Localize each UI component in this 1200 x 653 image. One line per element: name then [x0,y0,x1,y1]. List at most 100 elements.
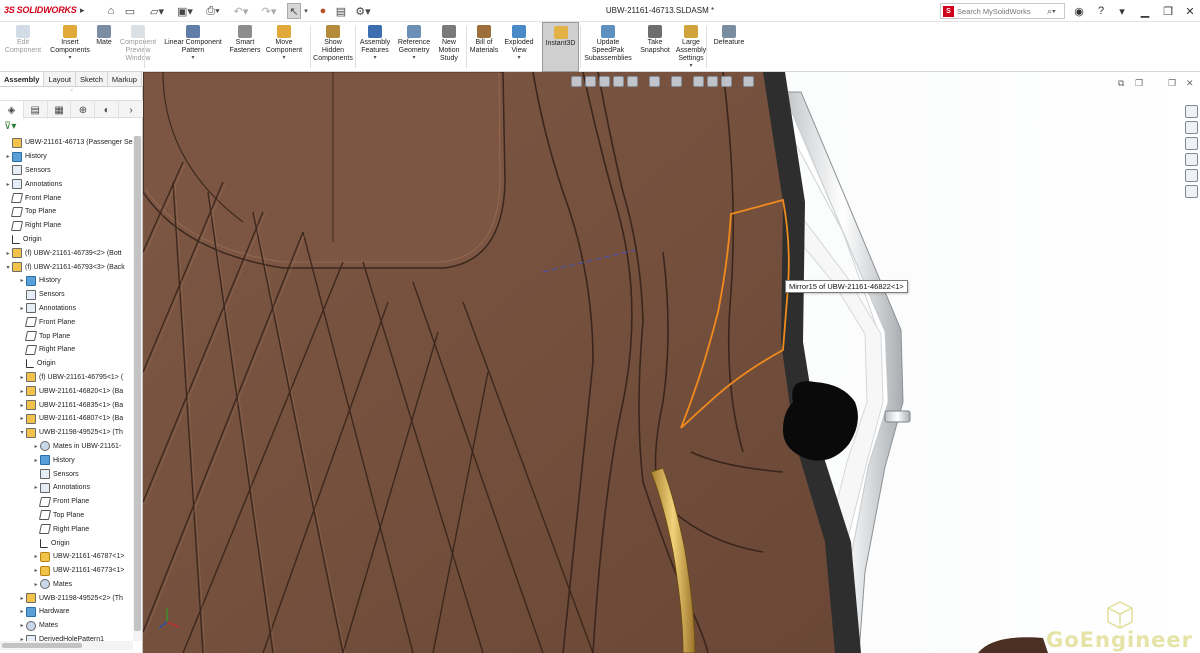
viewport-close-icon[interactable]: ✕ [1186,78,1194,89]
expand-arrow-icon[interactable]: ▸ [18,608,26,615]
tree-item[interactable]: Front Plane [0,315,133,329]
tree-item[interactable]: ▾ (f) UBW-21161-46793<3> (Back [0,260,133,274]
more-tabs-chevron-icon[interactable]: › [119,101,143,119]
tree-horizontal-scrollbar[interactable] [0,641,133,650]
help-dropdown-icon[interactable]: ▾ [1114,3,1130,19]
headrest-panel[interactable] [143,72,506,269]
expand-arrow-icon[interactable]: ▸ [18,305,26,312]
tree-item[interactable]: ▸ Mates [0,578,133,592]
property-manager-icon[interactable]: ▤ [24,101,48,119]
dropdown-arrow-icon[interactable]: ▾ [191,55,194,61]
expand-arrow-icon[interactable]: ▸ [32,457,40,464]
save-icon[interactable]: ▣▾ [176,3,194,19]
file-explorer-icon[interactable] [1185,137,1198,150]
tree-item[interactable]: Front Plane [0,191,133,205]
tree-item[interactable]: ▸ History [0,150,133,164]
tree-item[interactable]: Front Plane [0,495,133,509]
mate-button[interactable]: Mate [92,22,116,72]
close-window-icon[interactable]: ✕ [1182,3,1198,19]
tree-item[interactable]: ▸ UBW-21161-46787<1> [0,550,133,564]
model-render[interactable] [143,72,1200,653]
previous-view-icon[interactable] [599,76,610,87]
tree-item[interactable]: Sensors [0,288,133,302]
view-orientation-icon[interactable] [649,76,660,87]
defeature-button[interactable]: Defeature [710,22,748,72]
expand-arrow-icon[interactable]: ▸ [32,484,40,491]
filter-icon[interactable]: ⊽▾ [4,121,16,132]
expand-arrow-icon[interactable]: ▸ [18,388,26,395]
restore-window-icon[interactable]: ❐ [1160,3,1176,19]
take-snapshot-button[interactable]: Take Snapshot [638,22,672,72]
reference-geometry-button[interactable]: Reference Geometry ▾ [395,22,433,72]
instant3d-button[interactable]: Instant3D [542,22,579,72]
search-input[interactable] [957,6,1045,16]
solidworks-resources-icon[interactable] [1185,105,1198,118]
assembly-features-button[interactable]: Assembly Features ▾ [358,22,392,72]
tab-markup[interactable]: Markup [108,72,142,86]
select-arrow-icon[interactable]: ↖ [287,3,301,19]
mount-bolt[interactable] [884,410,911,423]
expand-arrow-icon[interactable]: ▸ [4,181,12,188]
undo-icon[interactable]: ↶▾ [232,3,250,19]
rebuild-icon[interactable]: ● [316,3,330,19]
view-palette-icon[interactable] [1185,153,1198,166]
tree-item[interactable]: Right Plane [0,219,133,233]
expand-arrow-icon[interactable]: ▸ [18,595,26,602]
expand-arrow-icon[interactable]: ▾ [18,429,26,436]
tree-item[interactable]: Top Plane [0,205,133,219]
tree-item[interactable]: Top Plane [0,329,133,343]
tree-item[interactable]: ▸ (f) UBW-21161-46739<2> (Bott [0,246,133,260]
print-icon[interactable]: ⎙▾ [204,3,222,19]
edit-component-button[interactable]: Edit Component [4,22,42,72]
insert-components-button[interactable]: Insert Components ▾ [50,22,90,72]
tree-item[interactable]: ▸ Hardware [0,605,133,619]
tree-item[interactable]: Sensors [0,467,133,481]
custom-properties-icon[interactable] [1185,185,1198,198]
tree-item[interactable]: Right Plane [0,522,133,536]
tree-item[interactable]: Origin [0,233,133,247]
dynamic-annotation-view-icon[interactable] [627,76,638,87]
options-gear-icon[interactable]: ⚙▾ [353,3,373,19]
tab-assembly[interactable]: Assembly [0,72,45,86]
tree-item[interactable]: ▸ UBW-21161-46835<1> (Ba [0,398,133,412]
dropdown-arrow-icon[interactable]: ▾ [412,55,415,61]
new-document-icon[interactable]: ▭ [123,3,137,19]
move-component-button[interactable]: Move Component ▾ [263,22,305,72]
tree-item[interactable]: ▸ Annotations [0,177,133,191]
bill-of-materials-button[interactable]: Bill of Materials [468,22,500,72]
tree-item[interactable]: ▸ UBW-21161-46773<1> [0,564,133,578]
tab-layout[interactable]: Layout [44,72,76,86]
update-speedpak-subassemblies-button[interactable]: Update SpeedPak Subassemblies [583,22,633,72]
search-icon[interactable]: ⌕▾ [1047,6,1056,17]
open-file-icon[interactable]: ▱▾ [148,3,166,19]
dropdown-arrow-icon[interactable]: ▾ [68,55,71,61]
feature-manager-tree-icon[interactable]: ◈ [0,101,24,119]
tree-item[interactable]: ▸ UBW-21161-46820<1> (Ba [0,384,133,398]
smart-fasteners-button[interactable]: Smart Fasteners [228,22,262,72]
tree-item[interactable]: ▸ Mates in UBW-21161- [0,440,133,454]
expand-arrow-icon[interactable]: ▸ [18,374,26,381]
tree-item[interactable]: ▸ Annotations [0,481,133,495]
tree-item[interactable]: Right Plane [0,343,133,357]
tree-item[interactable]: ▸ History [0,453,133,467]
expand-arrow-icon[interactable]: ▸ [32,581,40,588]
graphics-area[interactable]: ⧉ ❐ ❐ ✕ Mirror15 of UBW-21161-46822<1> G… [143,72,1200,653]
tree-item[interactable]: ▸ UWB-21198-49525<2> (Th [0,591,133,605]
menu-expand-arrow-icon[interactable]: ▸ [80,5,85,16]
tree-item[interactable]: Top Plane [0,509,133,523]
solidworks-logo[interactable]: 3S SOLIDWORKS [4,5,77,15]
tree-item[interactable]: Origin [0,536,133,550]
new-motion-study-button[interactable]: New Motion Study [434,22,464,72]
tree-item[interactable]: ▸ UBW-21161-46807<1> (Ba [0,412,133,426]
dropdown-arrow-icon[interactable]: ▾ [373,55,376,61]
expand-arrow-icon[interactable]: ▸ [4,250,12,257]
tree-item[interactable]: UBW-21161-46713 (Passenger Seats [0,136,133,150]
edit-appearance-icon[interactable] [707,76,718,87]
dropdown-arrow-icon[interactable]: ▾ [282,55,285,61]
section-view-icon[interactable] [613,76,624,87]
show-hidden-components-button[interactable]: Show Hidden Components [313,22,353,72]
expand-arrow-icon[interactable]: ▸ [4,153,12,160]
large-assembly-settings-button[interactable]: Large Assembly Settings ▾ [676,22,706,72]
zoom-to-fit-icon[interactable] [571,76,582,87]
tree-item[interactable]: ▸ (f) UBW-21161-46795<1> ( [0,371,133,385]
